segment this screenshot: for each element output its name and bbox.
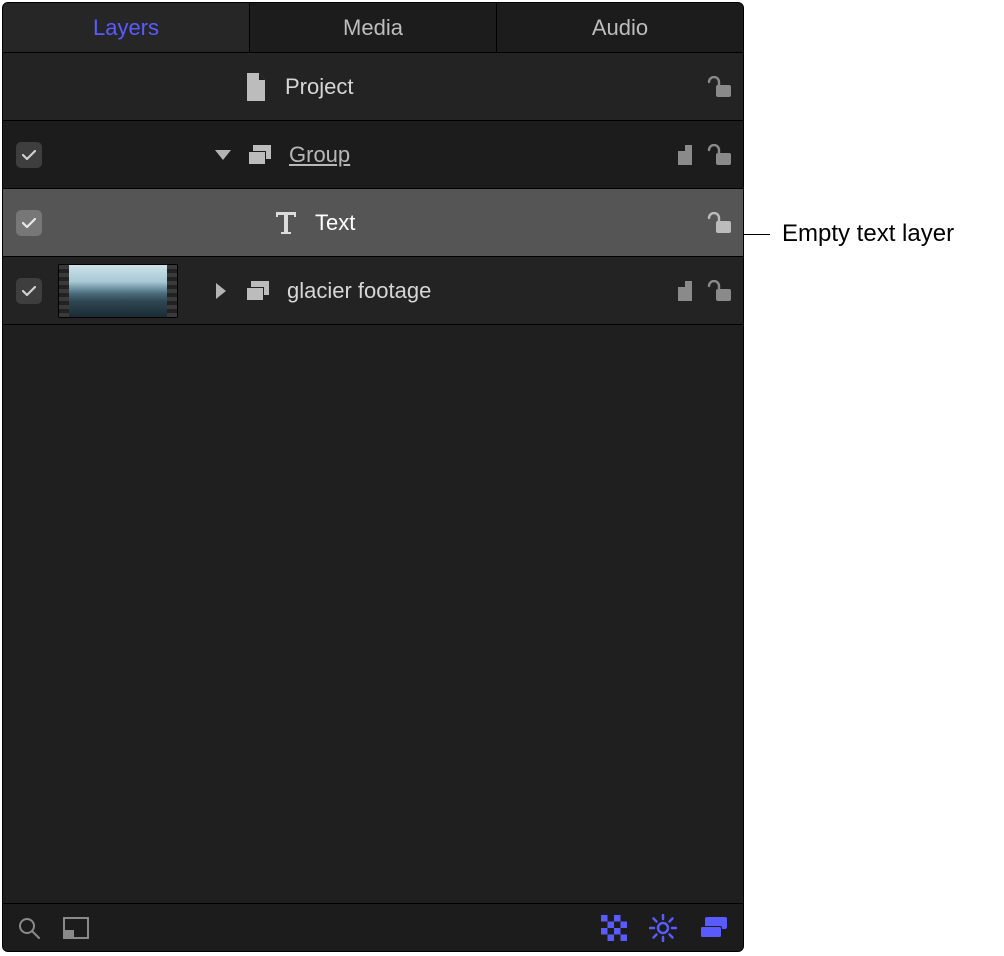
disclosure-toggle[interactable] [209, 150, 237, 160]
document-icon [239, 73, 273, 101]
text-layer-label: Text [309, 210, 355, 236]
project-row[interactable]: Project [3, 53, 743, 121]
chevron-down-icon [215, 150, 231, 160]
search-icon[interactable] [17, 916, 41, 940]
layers-icon [241, 279, 275, 303]
layers-icon [243, 143, 277, 167]
visibility-checkbox[interactable] [16, 210, 42, 236]
footage-row[interactable]: glacier footage [3, 257, 743, 325]
visibility-checkbox[interactable] [16, 278, 42, 304]
callout-label: Empty text layer [782, 220, 954, 248]
gear-icon[interactable] [649, 914, 677, 942]
disclosure-toggle[interactable] [207, 283, 235, 299]
lock-unlocked-icon[interactable] [707, 144, 733, 166]
lock-unlocked-icon[interactable] [707, 280, 733, 302]
visibility-checkbox[interactable] [16, 142, 42, 168]
checkerboard-icon[interactable] [601, 915, 627, 941]
lock-unlocked-icon[interactable] [707, 76, 733, 98]
group-label: Group [283, 142, 350, 168]
callout-line [744, 234, 770, 235]
tab-audio[interactable]: Audio [497, 3, 743, 52]
layer-stack-icon[interactable] [699, 916, 729, 940]
panel-footer [3, 903, 743, 951]
chevron-right-icon [216, 283, 226, 299]
text-layer-row[interactable]: Text [3, 189, 743, 257]
clip-thumbnail[interactable] [58, 264, 178, 318]
layers-panel: Layers Media Audio Project [2, 2, 744, 952]
mask-icon[interactable] [677, 144, 701, 166]
text-type-icon [269, 211, 303, 235]
lock-unlocked-icon[interactable] [707, 212, 733, 234]
layer-rows: Project Group [3, 53, 743, 903]
footage-label: glacier footage [281, 278, 431, 304]
panel-tabs: Layers Media Audio [3, 3, 743, 53]
frame-icon[interactable] [63, 917, 89, 939]
project-label: Project [279, 74, 353, 100]
group-row[interactable]: Group [3, 121, 743, 189]
mask-icon[interactable] [677, 280, 701, 302]
callout-empty-text-layer: Empty text layer [744, 220, 954, 248]
tab-layers[interactable]: Layers [3, 3, 250, 52]
tab-media[interactable]: Media [250, 3, 497, 52]
